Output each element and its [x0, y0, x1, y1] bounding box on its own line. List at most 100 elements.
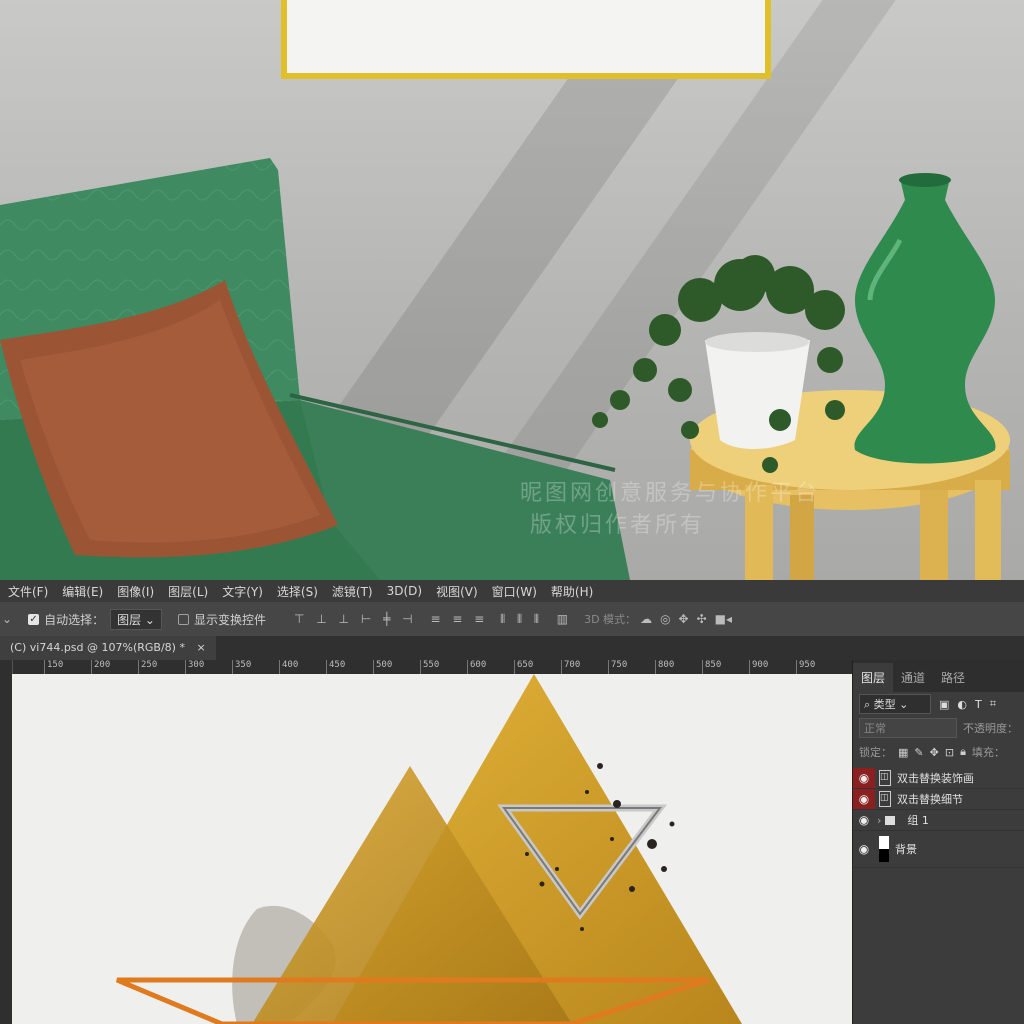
- artwork: [116, 674, 742, 1024]
- eye-icon[interactable]: ◉: [853, 810, 875, 830]
- eye-icon[interactable]: ◉: [853, 839, 875, 859]
- ruler-tick: 600: [467, 660, 486, 674]
- ruler-tick: 500: [373, 660, 392, 674]
- lock-row: 锁定： ▦ ✎ ✥ ⊡ 🔒︎ 填充：: [853, 740, 1024, 764]
- align-right-icon[interactable]: ⊣: [402, 612, 412, 626]
- menu-bar: 文件(F) 编辑(E) 图像(I) 图层(L) 文字(Y) 选择(S) 滤镜(T…: [0, 580, 1024, 602]
- auto-select-label: 自动选择：: [44, 612, 105, 627]
- layers-panel: 图层 通道 路径 ⌕ 类型 ⌄ ▣ ◐ T ⌗ 正常 不透明度： 锁定： ▦ ✎…: [852, 660, 1024, 1024]
- filter-type-icon[interactable]: T: [975, 698, 982, 711]
- plant-pot: [705, 332, 810, 449]
- ruler-tick: 800: [655, 660, 674, 674]
- document-tab-close-icon[interactable]: ×: [196, 641, 205, 654]
- filter-pixel-icon[interactable]: ▣: [939, 698, 949, 711]
- 3d-roll-icon[interactable]: ◎: [660, 612, 670, 626]
- show-transform-toggle[interactable]: 显示变换控件: [177, 611, 266, 628]
- watermark: 昵图网创意服务与协作平台 版权归作者所有: [520, 478, 820, 542]
- menu-window[interactable]: 窗口(W): [484, 583, 543, 600]
- 3d-orbit-icon[interactable]: ☁: [640, 612, 652, 626]
- folder-icon: [885, 815, 896, 825]
- menu-file[interactable]: 文件(F): [0, 583, 54, 600]
- eye-icon[interactable]: ◉: [853, 789, 875, 809]
- ruler-tick: 250: [138, 660, 157, 674]
- document-tab[interactable]: (C) vi744.psd @ 107%(RGB/8) * ×: [0, 636, 216, 660]
- menu-filter[interactable]: 滤镜(T): [324, 583, 379, 600]
- fill-label: 填充：: [971, 746, 1005, 759]
- lock-label: 锁定：: [859, 746, 892, 759]
- menu-select[interactable]: 选择(S): [269, 583, 324, 600]
- layer-name: 双击替换细节: [897, 793, 963, 806]
- mode-3d-label: 3D 模式：: [584, 613, 637, 626]
- distribute-right-icon[interactable]: ⫴: [534, 612, 539, 626]
- lock-image-icon[interactable]: ✎: [914, 746, 923, 759]
- document-canvas[interactable]: [12, 674, 852, 1024]
- menu-edit[interactable]: 编辑(E): [54, 583, 109, 600]
- lock-all-icon[interactable]: 🔒︎: [960, 745, 966, 759]
- menu-help[interactable]: 帮助(H): [543, 583, 599, 600]
- menu-3d[interactable]: 3D(D): [379, 584, 428, 598]
- room-photo: 昵图网创意服务与协作平台 版权归作者所有: [0, 0, 1024, 580]
- lock-artboard-icon[interactable]: ⊡: [945, 746, 954, 759]
- lock-position-icon[interactable]: ✥: [930, 746, 939, 759]
- 3d-camera-icon[interactable]: ■◂: [715, 612, 732, 626]
- room-illustration: [0, 158, 1010, 580]
- layer-row[interactable]: ◉ 背景: [853, 831, 1024, 868]
- layer-name: 背景: [895, 843, 917, 856]
- show-transform-label: 显示变换控件: [193, 612, 266, 627]
- distribute-vcenter-icon[interactable]: ≡: [452, 612, 462, 626]
- layer-name: 双击替换装饰画: [897, 772, 974, 785]
- document-tab-title: (C) vi744.psd @ 107%(RGB/8) *: [10, 641, 185, 654]
- eye-icon[interactable]: ◉: [853, 768, 875, 788]
- auto-select-toggle[interactable]: ✓ 自动选择：: [28, 611, 104, 628]
- auto-select-dropdown[interactable]: 图层 ⌄: [110, 608, 162, 630]
- layer-name: 组 1: [907, 814, 929, 827]
- layer-row[interactable]: ◉ ◫ 双击替换装饰画: [853, 768, 1024, 789]
- 3d-slide-icon[interactable]: ✣: [697, 612, 707, 626]
- layer-filter-dropdown[interactable]: ⌕ 类型 ⌄: [859, 694, 931, 714]
- layer-filter-row: ⌕ 类型 ⌄ ▣ ◐ T ⌗: [853, 692, 1024, 716]
- distribute-left-icon[interactable]: ⫴: [500, 612, 505, 626]
- distribute-top-icon[interactable]: ≡: [430, 612, 440, 626]
- menu-view[interactable]: 视图(V): [428, 583, 484, 600]
- tool-preset-chevron-icon[interactable]: ⌄: [2, 612, 12, 626]
- align-hcenter-icon[interactable]: ╪: [383, 612, 390, 626]
- align-top-icon[interactable]: ⊤: [294, 612, 304, 626]
- layer-thumbnail: [879, 836, 889, 862]
- tab-channels[interactable]: 通道: [893, 669, 933, 692]
- menu-image[interactable]: 图像(I): [109, 583, 160, 600]
- filter-adjustment-icon[interactable]: ◐: [957, 698, 967, 711]
- ruler-tick: 750: [608, 660, 627, 674]
- tab-layers[interactable]: 图层: [853, 663, 894, 692]
- layer-filter-value: 类型: [873, 698, 896, 711]
- tab-paths[interactable]: 路径: [933, 669, 973, 692]
- align-vcenter-icon[interactable]: ⊥: [316, 612, 326, 626]
- distribute-hcenter-icon[interactable]: ⫴: [517, 612, 522, 626]
- smart-object-icon: ◫: [879, 791, 891, 807]
- ruler-tick: 350: [232, 660, 251, 674]
- 3d-pan-icon[interactable]: ✥: [679, 612, 689, 626]
- lock-transparent-icon[interactable]: ▦: [898, 746, 908, 759]
- green-vase: [854, 173, 996, 464]
- show-transform-checkbox[interactable]: [177, 613, 189, 625]
- auto-select-checkbox[interactable]: ✓: [28, 613, 40, 625]
- ruler-tick: 850: [702, 660, 721, 674]
- layer-list: ◉ ◫ 双击替换装饰画 ◉ ◫ 双击替换细节 ◉ › 组 1 ◉ 背景: [853, 768, 1024, 868]
- align-left-icon[interactable]: ⊢: [361, 612, 371, 626]
- expand-chevron-icon[interactable]: ›: [877, 814, 881, 827]
- blend-row: 正常 不透明度：: [853, 716, 1024, 740]
- distribute-bottom-icon[interactable]: ≡: [474, 612, 484, 626]
- ruler-tick: 200: [91, 660, 110, 674]
- horizontal-ruler: 150 200 250 300 350 400 450 500 550 600 …: [12, 660, 852, 675]
- ruler-tick: 550: [420, 660, 439, 674]
- align-bottom-icon[interactable]: ⊥: [339, 612, 349, 626]
- menu-type[interactable]: 文字(Y): [214, 583, 269, 600]
- blend-mode-dropdown[interactable]: 正常: [859, 718, 957, 738]
- panel-tabs: 图层 通道 路径: [853, 660, 1024, 692]
- ruler-tick: 300: [185, 660, 204, 674]
- auto-align-icon[interactable]: ▥: [557, 612, 568, 626]
- filter-shape-icon[interactable]: ⌗: [990, 697, 996, 711]
- layer-row[interactable]: ◉ ◫ 双击替换细节: [853, 789, 1024, 810]
- menu-layer[interactable]: 图层(L): [160, 583, 214, 600]
- options-bar: ⌄ ✓ 自动选择： 图层 ⌄ 显示变换控件 ⊤ ⊥ ⊥ ⊢ ╪ ⊣ ≡ ≡ ≡ …: [0, 602, 1024, 636]
- layer-row[interactable]: ◉ › 组 1: [853, 810, 1024, 831]
